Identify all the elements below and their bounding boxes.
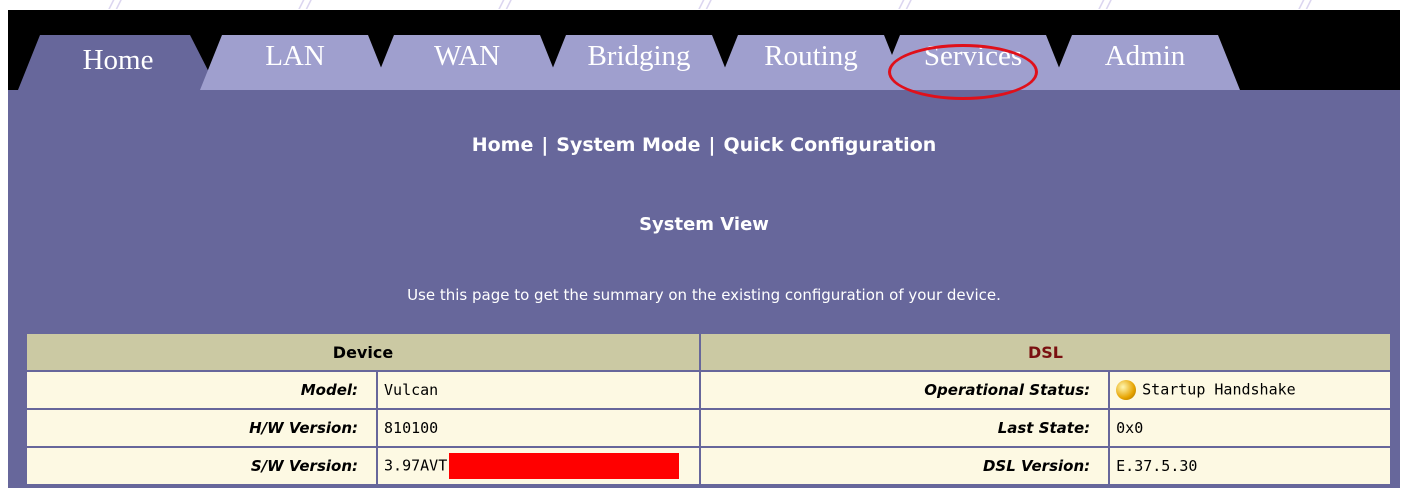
model-label: Model: <box>27 372 377 408</box>
services-highlight-circle <box>888 44 1038 100</box>
subnav-link-home[interactable]: Home <box>472 134 534 156</box>
tab-label: WAN <box>433 40 501 72</box>
subnav-separator: | <box>708 134 716 156</box>
operational-status-cell: Startup Handshake <box>1110 372 1390 408</box>
tab-admin[interactable]: Admin <box>1050 35 1240 90</box>
tab-label: LAN <box>265 40 325 72</box>
table-row: H/W Version: 810100 Last State: 0x0 <box>27 410 1390 446</box>
subnav-link-system-mode[interactable]: System Mode <box>556 134 700 156</box>
status-yellow-icon <box>1116 380 1137 400</box>
device-header: Device <box>27 334 699 370</box>
sub-navigation: Home | System Mode | Quick Configuration <box>8 134 1400 156</box>
tab-label: Home <box>82 44 154 76</box>
tab-label: Admin <box>1104 40 1186 72</box>
tab-lan[interactable]: LAN <box>200 35 390 90</box>
tab-wan[interactable]: WAN <box>372 35 562 90</box>
dsl-header: DSL <box>700 334 1390 370</box>
model-value: Vulcan <box>378 372 699 408</box>
dsl-version-label: DSL Version: <box>700 448 1109 484</box>
table-row: Model: Vulcan Operational Status: Startu… <box>27 372 1390 408</box>
page-description: Use this page to get the summary on the … <box>407 286 1001 304</box>
tab-home[interactable]: Home <box>18 35 218 90</box>
page-title: System View <box>639 214 769 235</box>
subnav-separator: | <box>541 134 549 156</box>
sw-version-value: 3.97AVT <box>384 456 448 475</box>
tab-bridging[interactable]: Bridging <box>544 35 734 90</box>
main-tab-bar: Home LAN WAN Bridging Routing Services A… <box>8 10 1400 100</box>
sw-version-label: S/W Version: <box>27 448 377 484</box>
hw-version-value: 810100 <box>378 410 699 446</box>
operational-status-label: Operational Status: <box>700 372 1109 408</box>
subnav-link-quick-configuration[interactable]: Quick Configuration <box>723 134 936 156</box>
redaction-block <box>449 453 680 479</box>
sw-version-cell: 3.97AVT <box>378 448 699 484</box>
hw-version-label: H/W Version: <box>27 410 377 446</box>
last-state-value: 0x0 <box>1110 410 1390 446</box>
table-header-row: Device DSL <box>27 334 1390 370</box>
operational-status-value: Startup Handshake <box>1142 380 1296 399</box>
dsl-version-value: E.37.5.30 <box>1110 448 1390 484</box>
table-row: S/W Version: 3.97AVT DSL Version: E.37.5… <box>27 448 1390 484</box>
router-admin-page: Home LAN WAN Bridging Routing Services A… <box>8 10 1400 488</box>
system-summary-table: Device DSL Model: Vulcan Operational Sta… <box>25 332 1392 486</box>
tab-label: Bridging <box>587 40 691 72</box>
last-state-label: Last State: <box>700 410 1109 446</box>
